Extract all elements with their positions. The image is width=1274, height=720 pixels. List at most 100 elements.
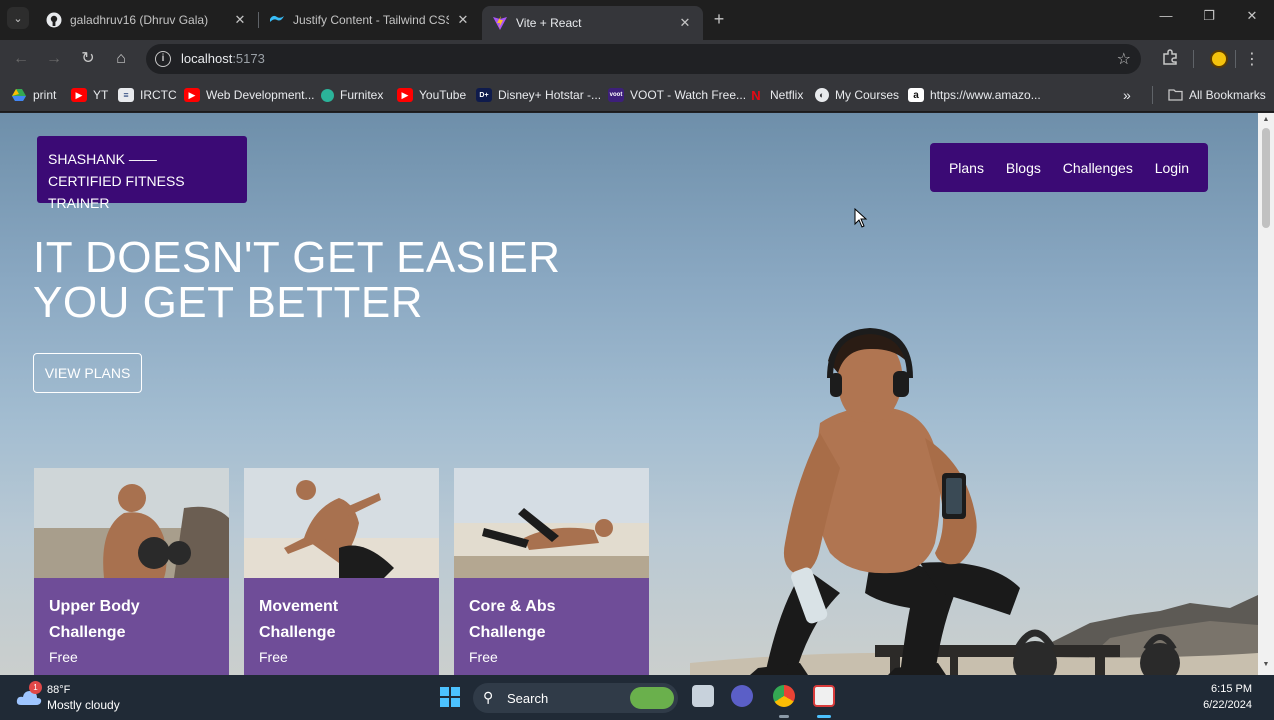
github-icon — [46, 12, 62, 28]
browser-toolbar: ← → ↻ ⌂ i localhost:5173 ☆ — [0, 40, 1274, 78]
bookmarks-overflow-icon[interactable]: » — [1123, 86, 1131, 104]
challenge-card-core-abs[interactable]: Core & Abs Challenge Free — [454, 468, 649, 675]
tab-tailwind[interactable]: Justify Content - Tailwind CSS ✕ — [259, 6, 481, 34]
bookmark-netflix[interactable]: N Netflix — [748, 86, 803, 104]
close-icon[interactable]: ✕ — [232, 12, 248, 28]
scroll-down-icon[interactable]: ▼ — [1262, 661, 1270, 668]
close-icon[interactable]: ✕ — [677, 15, 693, 31]
window-close-icon[interactable]: ✕ — [1242, 8, 1262, 24]
windows-taskbar: 1 88°F Mostly cloudy ⚲ Search 6:15 PM 6/… — [0, 675, 1274, 720]
youtube-icon: ▶ — [184, 88, 200, 102]
windows-start-icon[interactable] — [440, 687, 460, 707]
nav-blogs[interactable]: Blogs — [1006, 160, 1041, 176]
vite-icon — [492, 15, 508, 31]
forward-icon[interactable]: → — [44, 49, 64, 69]
app-running-indicator — [779, 715, 789, 718]
clock-date[interactable]: 6/22/2024 — [1203, 699, 1252, 711]
teams-meet-icon[interactable] — [731, 685, 753, 707]
scroll-up-icon[interactable]: ▲ — [1262, 116, 1270, 123]
card-price: Free — [469, 649, 498, 665]
card-price: Free — [259, 649, 288, 665]
clock-time[interactable]: 6:15 PM — [1211, 683, 1252, 695]
nav-plans[interactable]: Plans — [949, 160, 984, 176]
new-tab-icon[interactable]: + — [709, 9, 729, 29]
search-highlight-icon — [630, 687, 674, 709]
tab-strip: ⌄ galadhruv16 (Dhruv Gala) ✕ Justify Con… — [0, 0, 1274, 40]
brand-logo[interactable]: SHASHANK —— CERTIFIED FITNESS TRAINER — [37, 136, 247, 211]
chrome-icon[interactable] — [773, 685, 795, 707]
amazon-icon: a — [908, 88, 924, 102]
globe-icon: ◐ — [815, 88, 829, 102]
upper-body-image — [34, 468, 229, 578]
hotstar-icon: D+ — [476, 88, 492, 102]
toolbar-divider — [1193, 50, 1194, 68]
profile-avatar[interactable] — [1210, 50, 1228, 68]
bookmark-amazon[interactable]: a https://www.amazo... — [908, 86, 1041, 104]
card-body: Core & Abs Challenge Free — [454, 578, 649, 675]
nav-challenges[interactable]: Challenges — [1063, 160, 1133, 176]
restore-icon[interactable]: ❐ — [1199, 8, 1219, 24]
task-view-icon[interactable] — [692, 685, 714, 707]
bookmark-print[interactable]: print — [11, 86, 56, 104]
youtube-icon: ▶ — [397, 88, 413, 102]
taskbar-search[interactable]: ⚲ Search — [473, 683, 678, 713]
view-plans-button[interactable]: VIEW PLANS — [33, 353, 142, 393]
all-bookmarks[interactable]: All Bookmarks — [1167, 86, 1266, 104]
reload-icon[interactable]: ↻ — [78, 49, 98, 69]
page-scrollbar[interactable]: ▲ ▼ — [1258, 113, 1274, 675]
app-active-indicator — [817, 715, 831, 718]
home-icon[interactable]: ⌂ — [111, 49, 131, 69]
weather-notification-badge: 1 — [29, 681, 42, 694]
tab-title: Vite + React — [516, 16, 582, 30]
card-body: Upper Body Challenge Free — [34, 578, 229, 675]
page-viewport: SHASHANK —— CERTIFIED FITNESS TRAINER Pl… — [0, 113, 1258, 675]
bookmark-hotstar[interactable]: D+ Disney+ Hotstar -... — [476, 86, 601, 104]
nav-login[interactable]: Login — [1155, 160, 1189, 176]
site-info-icon[interactable]: i — [155, 51, 171, 67]
back-icon[interactable]: ← — [11, 49, 31, 69]
more-menu-icon[interactable]: ⋮ — [1244, 49, 1260, 69]
bookmark-web-development[interactable]: ▶ Web Development... — [184, 86, 315, 104]
tailwind-icon — [269, 12, 285, 28]
athlete-hero-image — [690, 327, 1258, 675]
youtube-icon: ▶ — [71, 88, 87, 102]
main-nav: Plans Blogs Challenges Login — [930, 143, 1208, 192]
search-icon: ⚲ — [483, 689, 494, 705]
scrollbar-thumb[interactable] — [1262, 128, 1270, 228]
weather-description[interactable]: Mostly cloudy — [47, 698, 120, 712]
bookmarks-divider — [1152, 86, 1153, 104]
tab-vite-react[interactable]: Vite + React ✕ — [482, 6, 703, 40]
snipping-tool-icon[interactable] — [813, 685, 835, 707]
bookmarks-bar: print ▶ YT ≡ IRCTC ▶ Web Development... … — [0, 78, 1274, 112]
minimize-icon[interactable]: — — [1156, 8, 1176, 23]
mouse-cursor-icon — [854, 208, 868, 228]
voot-icon: voot — [608, 88, 624, 102]
card-price: Free — [49, 649, 78, 665]
netflix-icon: N — [751, 87, 761, 103]
furnitex-icon — [321, 88, 334, 102]
core-abs-image — [454, 468, 649, 578]
toolbar-divider — [1235, 50, 1236, 68]
close-icon[interactable]: ✕ — [455, 12, 471, 28]
address-bar[interactable]: i localhost:5173 ☆ — [146, 44, 1141, 74]
hero-heading: IT DOESN'T GET EASIER YOU GET BETTER — [33, 233, 561, 327]
weather-temperature[interactable]: 88°F — [47, 684, 70, 696]
url-text[interactable]: localhost:5173 — [181, 51, 265, 66]
bookmark-yt[interactable]: ▶ YT — [71, 86, 108, 104]
bookmark-youtube[interactable]: ▶ YouTube — [397, 86, 466, 104]
bookmark-irctc[interactable]: ≡ IRCTC — [118, 86, 177, 104]
challenge-card-upper-body[interactable]: Upper Body Challenge Free — [34, 468, 229, 675]
tab-search-chevron-icon[interactable]: ⌄ — [7, 7, 29, 29]
folder-icon — [1167, 88, 1183, 102]
bookmark-voot[interactable]: voot VOOT - Watch Free... — [608, 86, 746, 104]
extensions-icon[interactable] — [1160, 48, 1180, 68]
movement-image — [244, 468, 439, 578]
bookmark-star-icon[interactable]: ☆ — [1117, 49, 1131, 69]
tab-title: Justify Content - Tailwind CSS — [293, 13, 449, 27]
tab-title: galadhruv16 (Dhruv Gala) — [70, 13, 209, 27]
card-body: Movement Challenge Free — [244, 578, 439, 675]
bookmark-my-courses[interactable]: ◐ My Courses — [815, 86, 899, 104]
tab-github[interactable]: galadhruv16 (Dhruv Gala) ✕ — [36, 6, 258, 34]
bookmark-furnitex[interactable]: Furnitex — [321, 86, 383, 104]
challenge-card-movement[interactable]: Movement Challenge Free — [244, 468, 439, 675]
